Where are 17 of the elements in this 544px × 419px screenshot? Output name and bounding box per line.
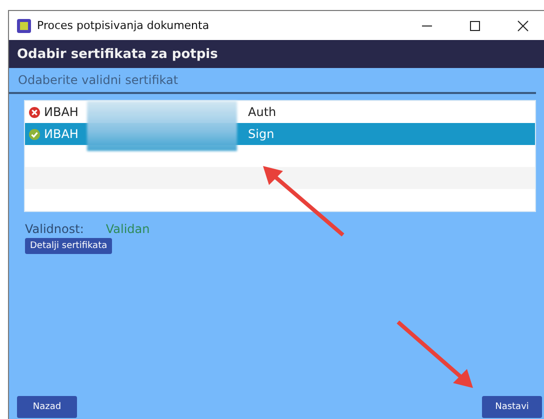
certificate-name: ИВАН: [44, 127, 80, 141]
certificate-usage: Sign: [248, 127, 274, 141]
window-title: Proces potpisivanja dokumenta: [37, 19, 210, 32]
maximize-icon: [469, 20, 481, 32]
details-button[interactable]: Detalji sertifikata: [25, 238, 112, 254]
certificate-usage: Auth: [248, 105, 276, 119]
next-button[interactable]: Nastavi: [482, 396, 542, 418]
check-icon: [29, 128, 40, 140]
subheader: Odaberite validni sertifikat: [9, 68, 536, 94]
certificate-name: ИВАН: [44, 105, 80, 119]
error-icon: [29, 106, 40, 118]
validity-label: Validnost:: [25, 222, 84, 236]
close-icon: [517, 20, 529, 32]
validity-value: Validan: [106, 222, 150, 236]
section-header: Odabir sertifikata za potpis: [9, 40, 544, 68]
back-button[interactable]: Nazad: [17, 396, 77, 418]
app-icon: [17, 18, 31, 32]
